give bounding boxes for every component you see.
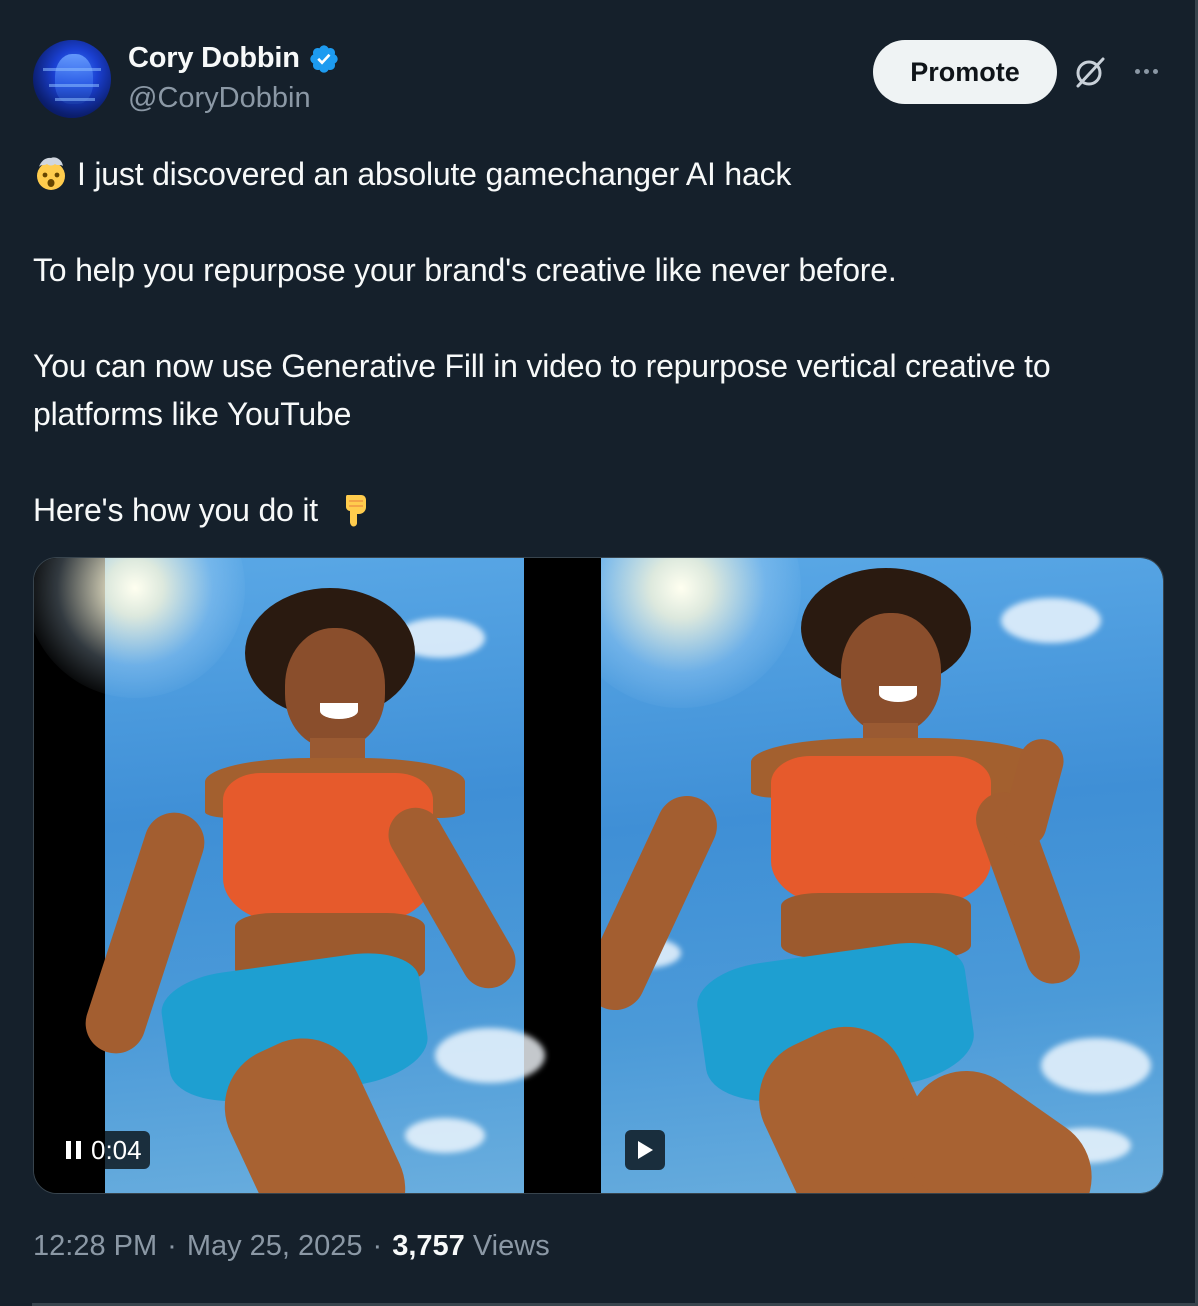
video-player-right[interactable]: [601, 558, 1163, 1193]
video-frame-widescreen: [601, 558, 1163, 1193]
more-options-icon[interactable]: [1128, 56, 1164, 86]
views-label: Views: [472, 1230, 550, 1262]
author-name-row[interactable]: Cory Dobbin: [128, 42, 340, 75]
pointing-down-emoji-icon: [345, 495, 366, 527]
video-player-left[interactable]: 0:04: [34, 558, 598, 1193]
avatar-glitch-line: [55, 98, 95, 101]
tweet-line-3a: You can now use Generative Fill in video…: [33, 348, 1051, 384]
video-frame-vertical: [34, 558, 545, 1193]
video-play-control[interactable]: [625, 1130, 665, 1170]
avatar-glitch-line: [43, 68, 101, 71]
views-count: 3,757: [392, 1230, 465, 1262]
media-grid: 0:04: [33, 557, 1164, 1194]
video-timestamp: 0:04: [91, 1134, 142, 1165]
verified-badge-icon[interactable]: [308, 43, 340, 75]
avatar-glitch-line: [49, 84, 99, 87]
tweet-line: I just discovered an absolute gamechange…: [33, 150, 1163, 198]
video-pause-control[interactable]: 0:04: [58, 1131, 150, 1169]
views-link[interactable]: 3,757 Views: [392, 1230, 549, 1263]
promote-button[interactable]: Promote: [873, 40, 1057, 104]
runner-figure: [601, 558, 1163, 1193]
tweet-text: I just discovered an absolute gamechange…: [33, 150, 1163, 534]
runner-figure: [77, 558, 526, 1193]
tweet-line: Here's how you do it: [33, 486, 1163, 534]
pause-icon: [66, 1141, 81, 1159]
meta-separator: ·: [372, 1230, 383, 1262]
tweet-time[interactable]: 12:28 PM: [33, 1230, 157, 1263]
grok-icon[interactable]: [1072, 54, 1108, 90]
play-icon: [638, 1141, 653, 1159]
tweet-meta: 12:28 PM · May 25, 2025 · 3,757 Views: [33, 1230, 550, 1263]
tweet-detail: Cory Dobbin @CoryDobbin Promote I just d…: [0, 0, 1198, 1306]
author-handle[interactable]: @CoryDobbin: [128, 82, 311, 115]
author-display-name[interactable]: Cory Dobbin: [128, 42, 300, 75]
tweet-line-2: To help you repurpose your brand's creat…: [33, 252, 897, 288]
tweet-date[interactable]: May 25, 2025: [187, 1230, 363, 1263]
tweet-line-1: I just discovered an absolute gamechange…: [77, 156, 792, 192]
tweet-line-4: Here's how you do it: [33, 492, 318, 528]
exploding-head-emoji-icon: [37, 157, 65, 190]
tweet-line-3b: platforms like YouTube: [33, 396, 352, 432]
avatar[interactable]: [33, 40, 111, 118]
avatar-face: [55, 54, 93, 104]
meta-separator: ·: [167, 1230, 177, 1262]
